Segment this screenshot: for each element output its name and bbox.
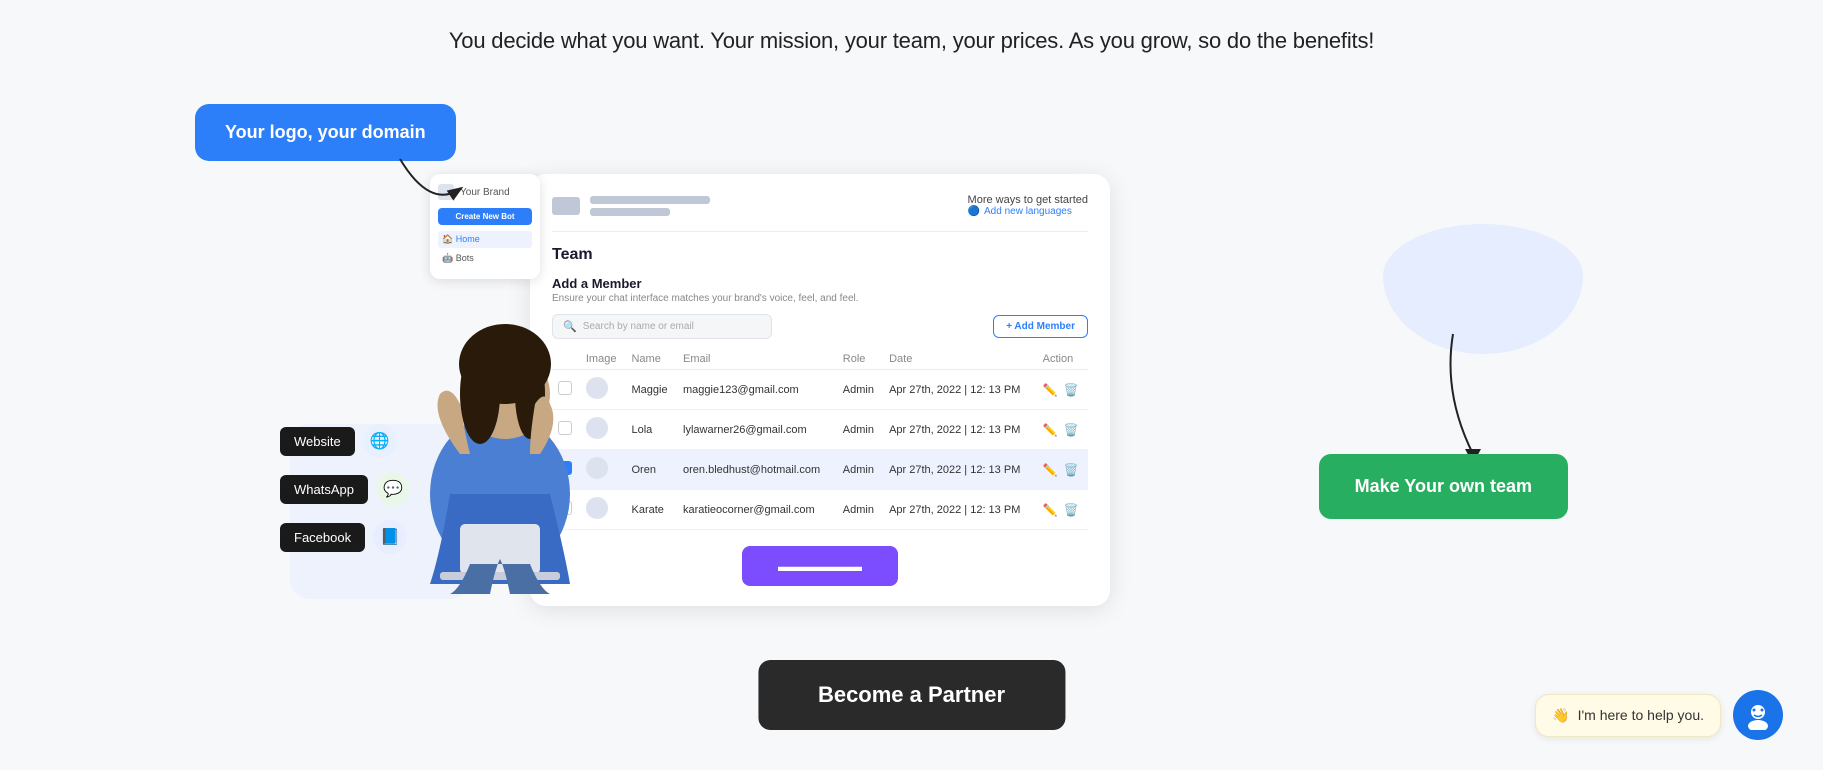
add-member-btn[interactable]: + Add Member bbox=[993, 315, 1088, 338]
top-bar-lines bbox=[590, 196, 710, 216]
table-row: Maggie maggie123@gmail.com Admin Apr 27t… bbox=[552, 370, 1088, 410]
delete-icon[interactable]: 🗑️ bbox=[1064, 383, 1079, 397]
arrow-down-right bbox=[1423, 324, 1523, 469]
website-label: Website bbox=[280, 427, 355, 456]
card-top-bar: More ways to get started 🔵 Add new langu… bbox=[552, 194, 1088, 217]
tagline: You decide what you want. Your mission, … bbox=[449, 28, 1374, 54]
person-image bbox=[380, 294, 620, 594]
integrations-list: Website 🌐 WhatsApp 💬 Facebook 📘 bbox=[280, 424, 410, 554]
add-member-section: Add a Member Ensure your chat interface … bbox=[552, 276, 1088, 304]
facebook-icon: 📘 bbox=[373, 520, 407, 554]
row-role: Admin bbox=[837, 370, 883, 410]
integration-website[interactable]: Website 🌐 bbox=[280, 424, 410, 458]
edit-icon[interactable]: ✏️ bbox=[1043, 503, 1058, 517]
row-name: Karate bbox=[625, 490, 677, 530]
main-content: Your logo, your domain Your Brand Create… bbox=[0, 94, 1823, 770]
row-date: Apr 27th, 2022 | 12: 13 PM bbox=[883, 450, 1037, 490]
row-role: Admin bbox=[837, 450, 883, 490]
chat-avatar[interactable] bbox=[1733, 690, 1783, 740]
table-row: Lola lylawarner26@gmail.com Admin Apr 27… bbox=[552, 410, 1088, 450]
row-email: maggie123@gmail.com bbox=[677, 370, 837, 410]
divider bbox=[552, 231, 1088, 232]
nav-home[interactable]: 🏠 Home bbox=[438, 231, 532, 248]
globe-icon: 🌐 bbox=[363, 424, 397, 458]
row-actions: ✏️ 🗑️ bbox=[1037, 490, 1088, 530]
bottom-section: Become a Partner bbox=[758, 660, 1065, 730]
col-date: Date bbox=[883, 349, 1037, 370]
nav-bots[interactable]: 🤖 Bots bbox=[438, 250, 532, 267]
add-member-subtext: Ensure your chat interface matches your … bbox=[552, 293, 1088, 304]
arrow-right bbox=[390, 149, 470, 214]
add-member-heading: Add a Member bbox=[552, 276, 1088, 291]
col-action: Action bbox=[1037, 349, 1088, 370]
row-role: Admin bbox=[837, 410, 883, 450]
make-team-btn[interactable]: Make Your own team bbox=[1319, 454, 1568, 519]
whatsapp-label: WhatsApp bbox=[280, 475, 368, 504]
delete-icon[interactable]: 🗑️ bbox=[1064, 503, 1079, 517]
integration-whatsapp[interactable]: WhatsApp 💬 bbox=[280, 472, 410, 506]
edit-icon[interactable]: ✏️ bbox=[1043, 463, 1058, 477]
row-date: Apr 27th, 2022 | 12: 13 PM bbox=[883, 490, 1037, 530]
row-email: lylawarner26@gmail.com bbox=[677, 410, 837, 450]
row-date: Apr 27th, 2022 | 12: 13 PM bbox=[883, 410, 1037, 450]
col-email: Email bbox=[677, 349, 837, 370]
table-row: Karate karatieocorner@gmail.com Admin Ap… bbox=[552, 490, 1088, 530]
more-ways-text: More ways to get started bbox=[968, 194, 1088, 206]
add-languages-text: Add new languages bbox=[984, 206, 1072, 217]
row-email: karatieocorner@gmail.com bbox=[677, 490, 837, 530]
top-bar-line-2 bbox=[590, 208, 670, 216]
row-email: oren.bledhust@hotmail.com bbox=[677, 450, 837, 490]
row-actions: ✏️ 🗑️ bbox=[1037, 370, 1088, 410]
purple-action-btn[interactable]: ▬▬▬▬▬▬ bbox=[742, 546, 898, 586]
add-languages[interactable]: 🔵 Add new languages bbox=[968, 206, 1088, 217]
chat-widget: 👋 I'm here to help you. bbox=[1535, 690, 1783, 740]
purple-btn-area: ▬▬▬▬▬▬ bbox=[552, 546, 1088, 586]
row-actions: ✏️ 🗑️ bbox=[1037, 410, 1088, 450]
page-wrapper: You decide what you want. Your mission, … bbox=[0, 0, 1823, 770]
top-bar-icon bbox=[552, 197, 580, 215]
team-table: Image Name Email Role Date Action Maggi bbox=[552, 349, 1088, 530]
col-name: Name bbox=[625, 349, 677, 370]
delete-icon[interactable]: 🗑️ bbox=[1064, 423, 1079, 437]
become-partner-btn[interactable]: Become a Partner bbox=[758, 660, 1065, 730]
row-date: Apr 27th, 2022 | 12: 13 PM bbox=[883, 370, 1037, 410]
row-name: Maggie bbox=[625, 370, 677, 410]
row-actions: ✏️ 🗑️ bbox=[1037, 450, 1088, 490]
whatsapp-icon: 💬 bbox=[376, 472, 410, 506]
row-role: Admin bbox=[837, 490, 883, 530]
chat-bubble: 👋 I'm here to help you. bbox=[1535, 694, 1721, 737]
more-ways-section: More ways to get started 🔵 Add new langu… bbox=[968, 194, 1088, 217]
table-row: Oren oren.bledhust@hotmail.com Admin Apr… bbox=[552, 450, 1088, 490]
plus-icon: 🔵 bbox=[968, 206, 980, 217]
chat-emoji: 👋 bbox=[1552, 707, 1569, 724]
row-name: Oren bbox=[625, 450, 677, 490]
facebook-label: Facebook bbox=[280, 523, 365, 552]
edit-icon[interactable]: ✏️ bbox=[1043, 423, 1058, 437]
chat-message: I'm here to help you. bbox=[1578, 707, 1704, 723]
search-add-row: 🔍 Search by name or email + Add Member bbox=[552, 314, 1088, 339]
team-title: Team bbox=[552, 246, 1088, 264]
row-name: Lola bbox=[625, 410, 677, 450]
integration-facebook[interactable]: Facebook 📘 bbox=[280, 520, 410, 554]
delete-icon[interactable]: 🗑️ bbox=[1064, 463, 1079, 477]
col-role: Role bbox=[837, 349, 883, 370]
edit-icon[interactable]: ✏️ bbox=[1043, 383, 1058, 397]
top-bar-line-1 bbox=[590, 196, 710, 204]
